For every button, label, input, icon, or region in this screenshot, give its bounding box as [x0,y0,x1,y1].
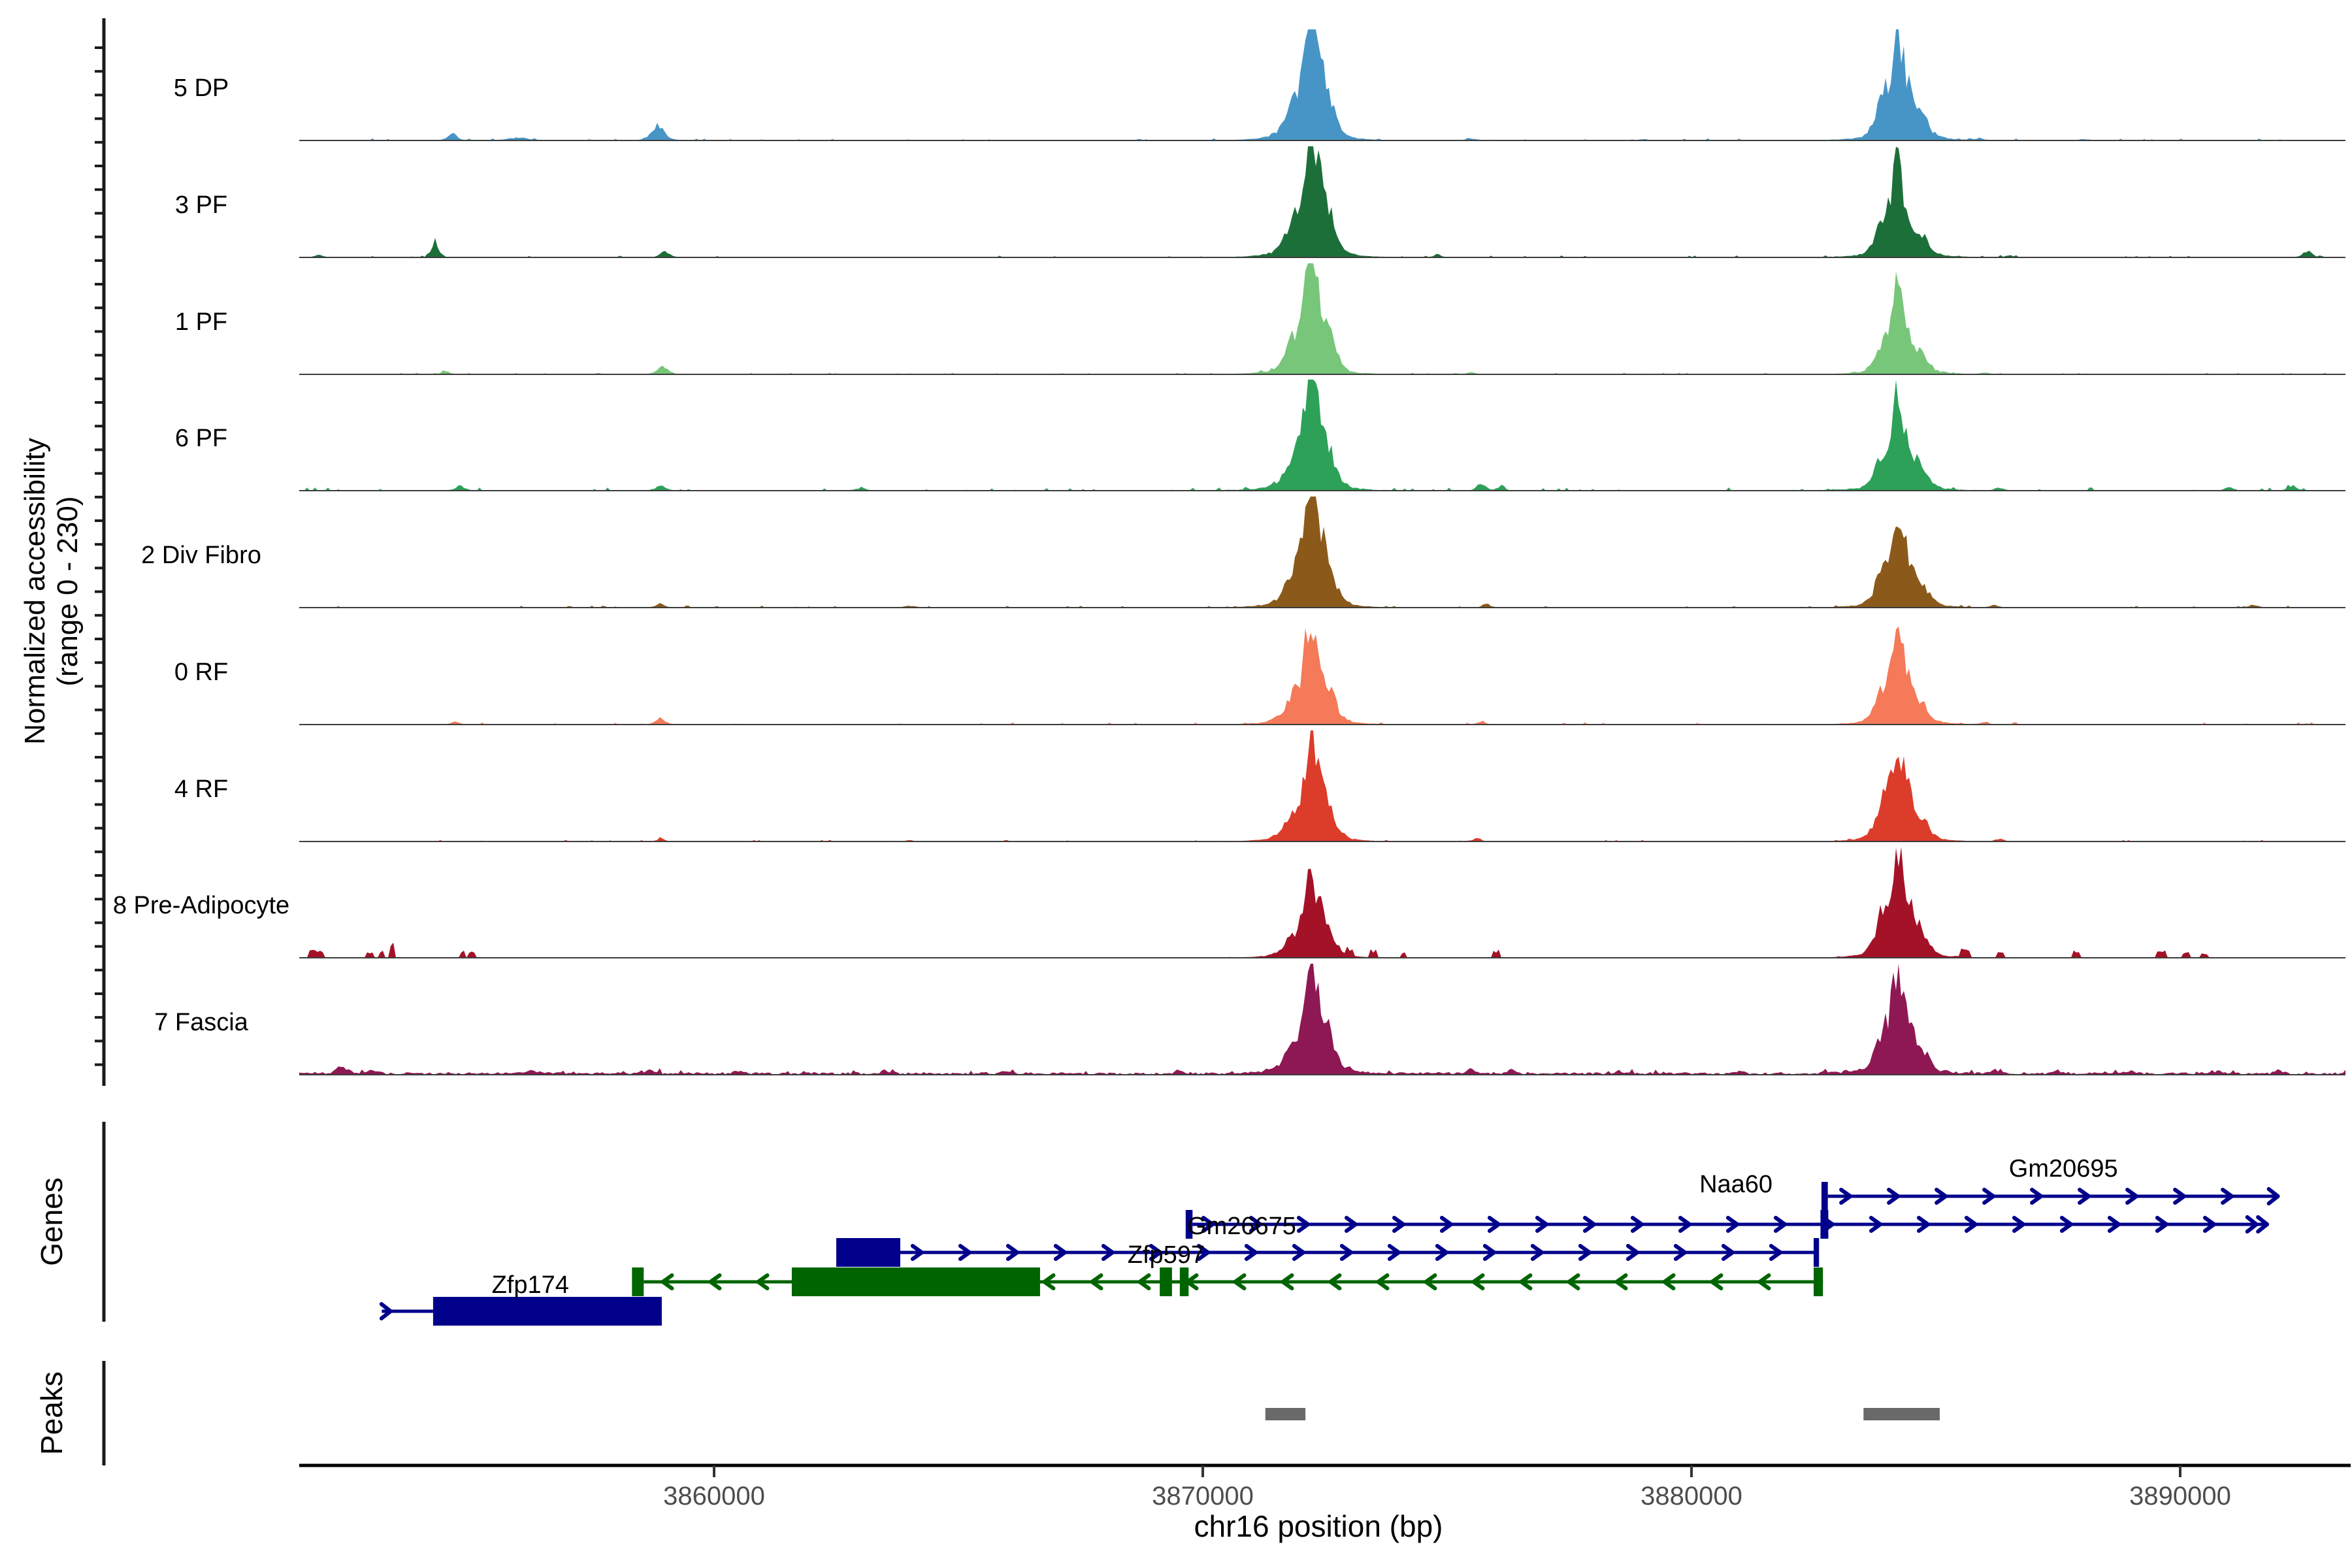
gene-gm20695 [1821,1182,2278,1211]
gene-naa60 [1186,1210,2267,1239]
gene-name-gm26675: Gm26675 [1187,1213,1296,1240]
signal-2-div-fibro [299,497,2345,608]
gene-zfp597 [632,1267,1823,1296]
coverage-plot-figure: Normalized accessibility (range 0 - 230)… [0,0,2352,1568]
gene-zfp174 [382,1297,662,1326]
exon-box [1820,1210,1828,1239]
x-axis-title: chr16 position (bp) [1194,1509,1443,1543]
exon-box [1821,1182,1828,1211]
track-label-1-pf: 1 PF [175,308,227,336]
track-label-7-fascia: 7 Fascia [154,1009,248,1036]
exon-box [1180,1267,1188,1296]
track-4-rf: 4 RF [174,730,2345,841]
signal-1-pf [299,263,2345,374]
exon-box [836,1238,900,1267]
signal-4-rf [299,730,2345,841]
gene-zfp597-transcript [836,1238,1819,1267]
peaks-track [1266,1408,1940,1420]
exon-tick [1814,1238,1819,1267]
exon-box [792,1267,1040,1296]
signal-6-pf [299,380,2345,491]
track-label-6-pf: 6 PF [175,425,227,452]
track-1-pf: 1 PF [175,263,2345,374]
track-6-pf: 6 PF [175,380,2345,491]
track-label-4-rf: 4 RF [174,776,228,803]
exon-tick [1814,1267,1823,1296]
track-3-pf: 3 PF [175,146,2345,257]
y-axis-title-line1: Normalized accessibility [19,438,51,744]
exon-tick [632,1267,644,1296]
track-5-dp: 5 DP [174,29,2345,140]
track-label-5-dp: 5 DP [174,74,229,102]
peak-region-1 [1266,1408,1305,1420]
exon-box [433,1297,662,1326]
x-tick-label-3880000: 3880000 [1641,1482,1742,1511]
gene-annotation-track: Zfp174 Zfp597Gm26675 Naa60 Gm20695 [382,1155,2278,1326]
track-label-2-div-fibro: 2 Div Fibro [141,542,261,569]
x-tick-label-3870000: 3870000 [1152,1482,1254,1511]
gene-name-zfp597: Zfp597 [1128,1241,1205,1269]
gene-name-zfp174: Zfp174 [492,1271,569,1299]
track-label-8-pre-adipocyte: 8 Pre-Adipocyte [113,892,289,919]
gene-name-naa60: Naa60 [1699,1171,1772,1198]
peak-region-2 [1863,1408,1940,1420]
track-2-div-fibro: 2 Div Fibro [141,497,2345,608]
x-tick-label-3860000: 3860000 [663,1482,765,1511]
peaks-section-label: Peaks [35,1371,69,1455]
track-label-3-pf: 3 PF [175,191,227,219]
signal-0-rf [299,627,2345,725]
signal-3-pf [299,146,2345,257]
exon-box [1160,1267,1172,1296]
x-tick-label-3890000: 3890000 [2129,1482,2231,1511]
y-axis-title-line2: (range 0 - 230) [52,496,84,686]
signal-8-pre-adipocyte [299,847,2345,958]
signal-5-dp [299,29,2345,140]
plot-canvas: Normalized accessibility (range 0 - 230)… [0,0,2352,1568]
signal-7-fascia [299,964,2345,1075]
gene-name-gm20695: Gm20695 [2009,1155,2118,1183]
track-label-0-rf: 0 RF [174,659,228,686]
genes-section-label: Genes [35,1177,69,1266]
track-8-pre-adipocyte: 8 Pre-Adipocyte [113,847,2345,958]
x-axis-ticks: 3860000 3870000 3880000 3890000 [663,1465,2231,1511]
track-0-rf: 0 RF [174,627,2345,725]
accessibility-tracks: 5 DP 3 PF 1 PF 6 PF 2 Div Fibro 0 RF 4 RF 8 Pre… [113,29,2345,1075]
track-7-fascia: 7 Fascia [154,964,2345,1075]
